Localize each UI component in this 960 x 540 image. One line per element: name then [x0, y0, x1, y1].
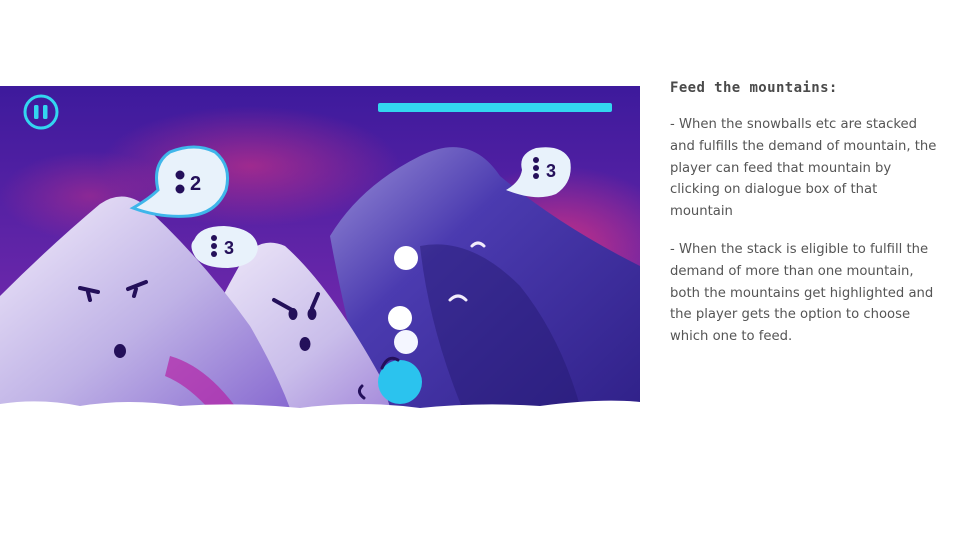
demand-dot	[211, 243, 217, 249]
demand-count: 2	[190, 173, 201, 195]
demand-dot	[211, 235, 217, 241]
notes-title: Feed the mountains:	[670, 80, 838, 96]
demand-dot	[175, 170, 185, 180]
note-item: - When the snowballs etc are stacked and…	[670, 117, 937, 220]
demand-dot	[533, 173, 539, 179]
snowball	[388, 306, 412, 330]
note-item: - When the stack is eligible to fulfill …	[670, 241, 934, 345]
snowball	[394, 330, 418, 354]
demand-count: 3	[546, 161, 556, 181]
snow-ground	[0, 400, 640, 438]
game-canvas: 2 3 3	[0, 86, 640, 438]
demand-dot	[533, 157, 539, 163]
game-scene: 2 3 3	[0, 86, 640, 438]
demand-dot	[211, 251, 217, 257]
design-notes: Feed the mountains: - When the snowballs…	[670, 80, 940, 364]
snowball	[394, 246, 418, 270]
progress-fill	[378, 103, 612, 112]
demand-count: 3	[224, 238, 234, 258]
demand-dot	[533, 165, 539, 171]
demand-bubble-middle[interactable]: 3	[191, 226, 258, 268]
demand-dot	[175, 184, 185, 194]
progress-bar	[378, 103, 612, 112]
